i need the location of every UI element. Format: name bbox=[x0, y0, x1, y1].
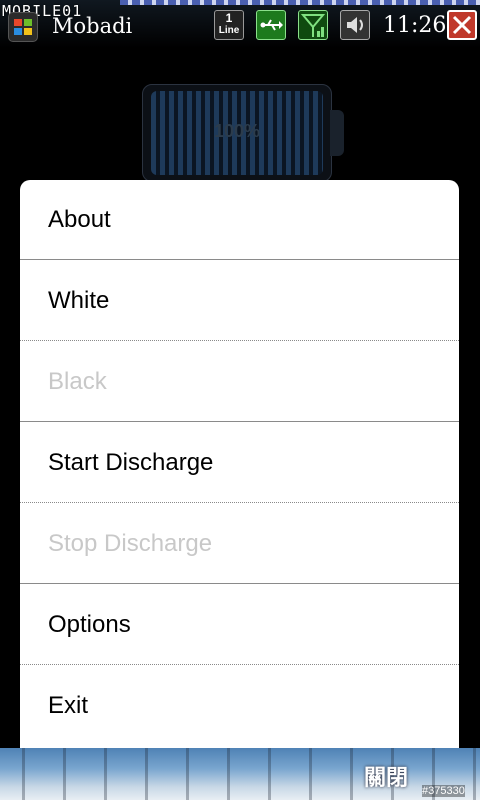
menu-item-options[interactable]: Options bbox=[20, 585, 459, 665]
watermark-bottom: #375330 bbox=[422, 785, 465, 797]
menu-item-black: Black bbox=[20, 342, 459, 422]
signal-icon[interactable] bbox=[298, 10, 328, 40]
speaker-icon[interactable] bbox=[340, 10, 370, 40]
menu-item-about[interactable]: About bbox=[20, 180, 459, 260]
start-menu-icon[interactable] bbox=[8, 12, 38, 42]
clock: 11:26 bbox=[383, 13, 447, 38]
app-title: Mobadi bbox=[52, 14, 133, 38]
close-softkey[interactable]: 關閉 bbox=[364, 760, 408, 792]
menu-item-white[interactable]: White bbox=[20, 261, 459, 341]
menu-item-exit[interactable]: Exit bbox=[20, 666, 459, 746]
top-stripe bbox=[120, 0, 480, 5]
menu-item-start-discharge[interactable]: Start Discharge bbox=[20, 423, 459, 503]
line-label: Line bbox=[218, 25, 240, 36]
title-bar: MOBILE01 Mobadi 1 Line 11:26 bbox=[0, 0, 480, 48]
battery-cap bbox=[330, 110, 344, 156]
battery-percent: 100% bbox=[213, 121, 261, 141]
battery-graphic: 100% bbox=[142, 84, 332, 182]
context-menu: About White Black Start Discharge Stop D… bbox=[20, 180, 459, 748]
menu-item-stop-discharge: Stop Discharge bbox=[20, 504, 459, 584]
close-button[interactable] bbox=[447, 10, 477, 40]
line-icon[interactable]: 1 Line bbox=[214, 10, 244, 40]
close-icon bbox=[452, 15, 472, 35]
usb-icon[interactable] bbox=[256, 10, 286, 40]
line-number: 1 bbox=[225, 11, 233, 25]
